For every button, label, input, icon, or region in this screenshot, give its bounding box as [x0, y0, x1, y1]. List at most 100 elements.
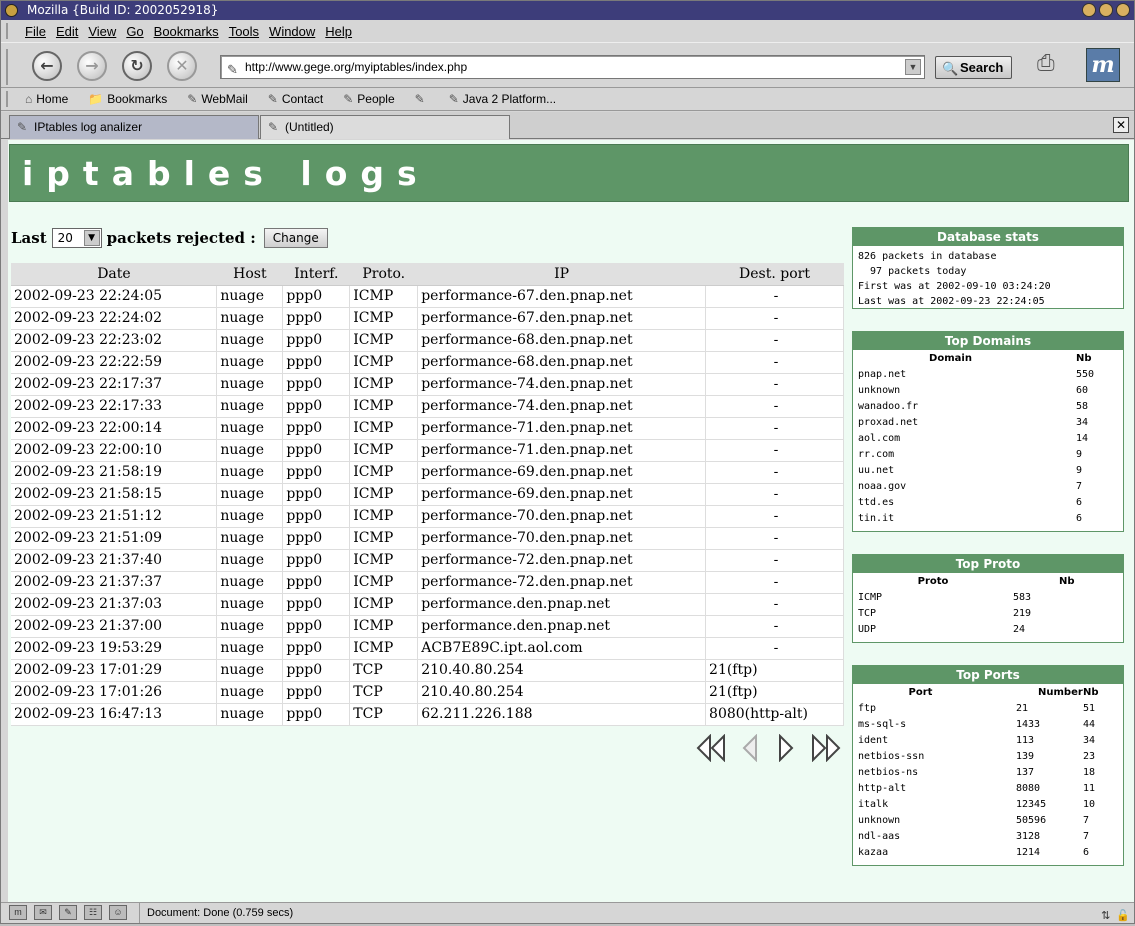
domain-cell: proxad.net [858, 416, 919, 428]
bookmark-bookmarks[interactable]: 📁 Bookmarks [88, 92, 177, 106]
chat-icon[interactable]: ☺ [109, 905, 127, 920]
reload-icon: ↻ [130, 56, 144, 75]
next-page-button[interactable] [770, 732, 802, 764]
stop-button[interactable]: ✕ [167, 51, 197, 81]
top-ports-body: ftp 21 51 ms-sql-s 1433 44 ident 113 34 netbios-s… [853, 700, 1123, 860]
interf-cell: ppp0 [282, 373, 351, 396]
ip-cell: performance-70.den.pnap.net [417, 527, 707, 550]
table-row: 2002-09-23 22:22:59 nuage ppp0 ICMP performa… [11, 351, 844, 374]
dest-port-cell: 21(ftp) [705, 681, 844, 704]
bookmark-webmail[interactable]: ✎ WebMail [187, 92, 258, 106]
bookmark-contact[interactable]: ✎ Contact [268, 92, 333, 106]
table-row: 2002-09-23 21:37:00 nuage ppp0 ICMP performa… [11, 615, 844, 638]
count-cell: 10 [1083, 798, 1096, 810]
table-row: 2002-09-23 21:51:12 nuage ppp0 ICMP performa… [11, 505, 844, 528]
mail-icon[interactable]: ✉ [34, 905, 52, 920]
date-cell: 2002-09-23 21:37:03 [11, 593, 218, 616]
menu-help[interactable]: Help [325, 24, 352, 39]
online-status-icon[interactable]: ⇅ [1101, 906, 1110, 926]
back-arrow-icon: ← [40, 56, 54, 75]
close-tab-button[interactable]: ✕ [1113, 117, 1129, 133]
navigator-icon[interactable]: m [9, 905, 27, 920]
status-indicators: ⇅ 🔓 [1101, 906, 1130, 926]
date-cell: 2002-09-23 22:00:10 [11, 439, 218, 462]
proto-cell: ICMP [349, 615, 419, 638]
proto-cell: ICMP [349, 439, 419, 462]
reload-button[interactable]: ↻ [122, 51, 152, 81]
dest-port-cell: - [705, 373, 844, 396]
bookmark-home[interactable]: ⌂ Home [25, 92, 78, 106]
print-button[interactable]: ⎙ [1037, 51, 1067, 77]
window-menu-icon[interactable] [5, 4, 18, 17]
mozilla-logo[interactable]: m [1086, 48, 1120, 82]
list-item: noaa.gov 7 [853, 478, 1123, 494]
table-row: 2002-09-23 22:17:33 nuage ppp0 ICMP performa… [11, 395, 844, 418]
tab-untitled[interactable]: ✎ (Untitled) [260, 115, 510, 139]
menu-go[interactable]: Go [126, 24, 143, 39]
dest-port-cell: - [705, 307, 844, 330]
list-item: kazaa 1214 6 [853, 844, 1123, 860]
chevron-down-icon: ▼ [83, 230, 100, 246]
maximize-button[interactable] [1099, 3, 1113, 17]
menu-edit[interactable]: Edit [56, 24, 78, 39]
packet-count-select[interactable]: 20 ▼ [51, 228, 102, 248]
address-book-icon[interactable]: ☷ [84, 905, 102, 920]
search-button[interactable]: 🔍 Search [935, 56, 1012, 79]
url-bar[interactable]: ✎ http://www.gege.org/myiptables/index.p… [220, 55, 925, 79]
domain-cell: uu.net [858, 464, 895, 476]
domain-cell: unknown [858, 384, 901, 396]
bookmark-unnamed[interactable]: ✎ [415, 92, 439, 106]
list-item: http-alt 8080 11 [853, 780, 1123, 796]
date-cell: 2002-09-23 21:58:19 [11, 461, 218, 484]
page-proxy-icon[interactable]: ✎ [227, 59, 238, 81]
first-page-button[interactable] [695, 732, 727, 764]
table-row: 2002-09-23 17:01:26 nuage ppp0 TCP 210.40.80… [11, 681, 844, 704]
list-item: aol.com 14 [853, 430, 1123, 446]
composer-icon[interactable]: ✎ [59, 905, 77, 920]
host-cell: nuage [216, 527, 284, 550]
proto-cell: ICMP [349, 571, 419, 594]
host-cell: nuage [216, 439, 284, 462]
previous-page-button[interactable] [734, 732, 766, 764]
menu-bookmarks[interactable]: Bookmarks [154, 24, 219, 39]
host-cell: nuage [216, 505, 284, 528]
menu-window[interactable]: Window [269, 24, 315, 39]
host-cell: nuage [216, 329, 284, 352]
host-cell: nuage [216, 615, 284, 638]
interf-cell: ppp0 [282, 395, 351, 418]
browser-window: Mozilla {Build ID: 2002052918} File Edit… [0, 0, 1135, 924]
menu-file[interactable]: File [25, 24, 46, 39]
port-name-cell: http-alt [858, 782, 907, 794]
bookmark-people[interactable]: ✎ People [343, 92, 404, 106]
ptoolbar-grip[interactable] [6, 91, 14, 107]
printer-icon: ⎙ [1037, 51, 1055, 76]
host-cell: nuage [216, 549, 284, 572]
ip-cell: performance-70.den.pnap.net [417, 505, 707, 528]
forward-button[interactable]: → [77, 51, 107, 81]
bookmark-java[interactable]: ✎ Java 2 Platform... [449, 92, 566, 106]
navbar-grip[interactable] [6, 49, 14, 85]
menu-view[interactable]: View [88, 24, 116, 39]
host-cell: nuage [216, 659, 284, 682]
change-button[interactable]: Change [263, 228, 328, 248]
table-row: 2002-09-23 21:58:15 nuage ppp0 ICMP performa… [11, 483, 844, 506]
menu-tools[interactable]: Tools [229, 24, 259, 39]
tab-iptables[interactable]: ✎ IPtables log analizer [9, 115, 259, 139]
port-number-cell: 137 [1016, 766, 1035, 778]
minimize-button[interactable] [1082, 3, 1096, 17]
last-page-button[interactable] [810, 732, 842, 764]
bookmark-people-label: People [357, 92, 395, 106]
port-number-cell: 113 [1016, 734, 1035, 746]
date-cell: 2002-09-23 22:22:59 [11, 351, 218, 374]
list-item: pnap.net 550 [853, 366, 1123, 382]
tab-page-icon: ✎ [268, 120, 279, 134]
double-left-arrow-icon [696, 734, 725, 762]
url-dropdown-button[interactable]: ▼ [905, 59, 921, 75]
menubar-grip[interactable] [6, 23, 14, 39]
proto-cell: TCP [349, 659, 419, 682]
count-cell: 51 [1083, 702, 1096, 714]
proto-cell: ICMP [349, 285, 419, 308]
date-cell: 2002-09-23 22:00:14 [11, 417, 218, 440]
close-window-button[interactable] [1116, 3, 1130, 17]
back-button[interactable]: ← [32, 51, 62, 81]
